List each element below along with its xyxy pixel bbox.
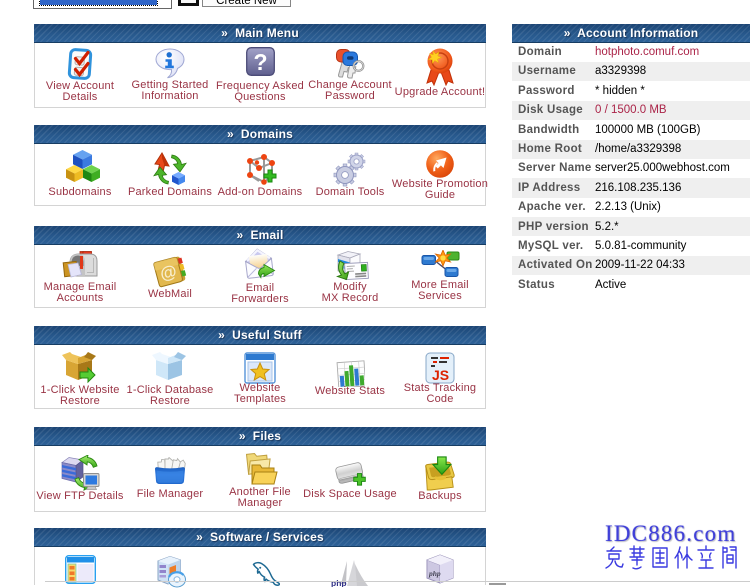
svg-text:php: php: [428, 569, 441, 578]
svg-text:php: php: [331, 578, 347, 587]
svg-text:JS: JS: [432, 367, 449, 383]
svg-text:?: ?: [253, 49, 267, 75]
